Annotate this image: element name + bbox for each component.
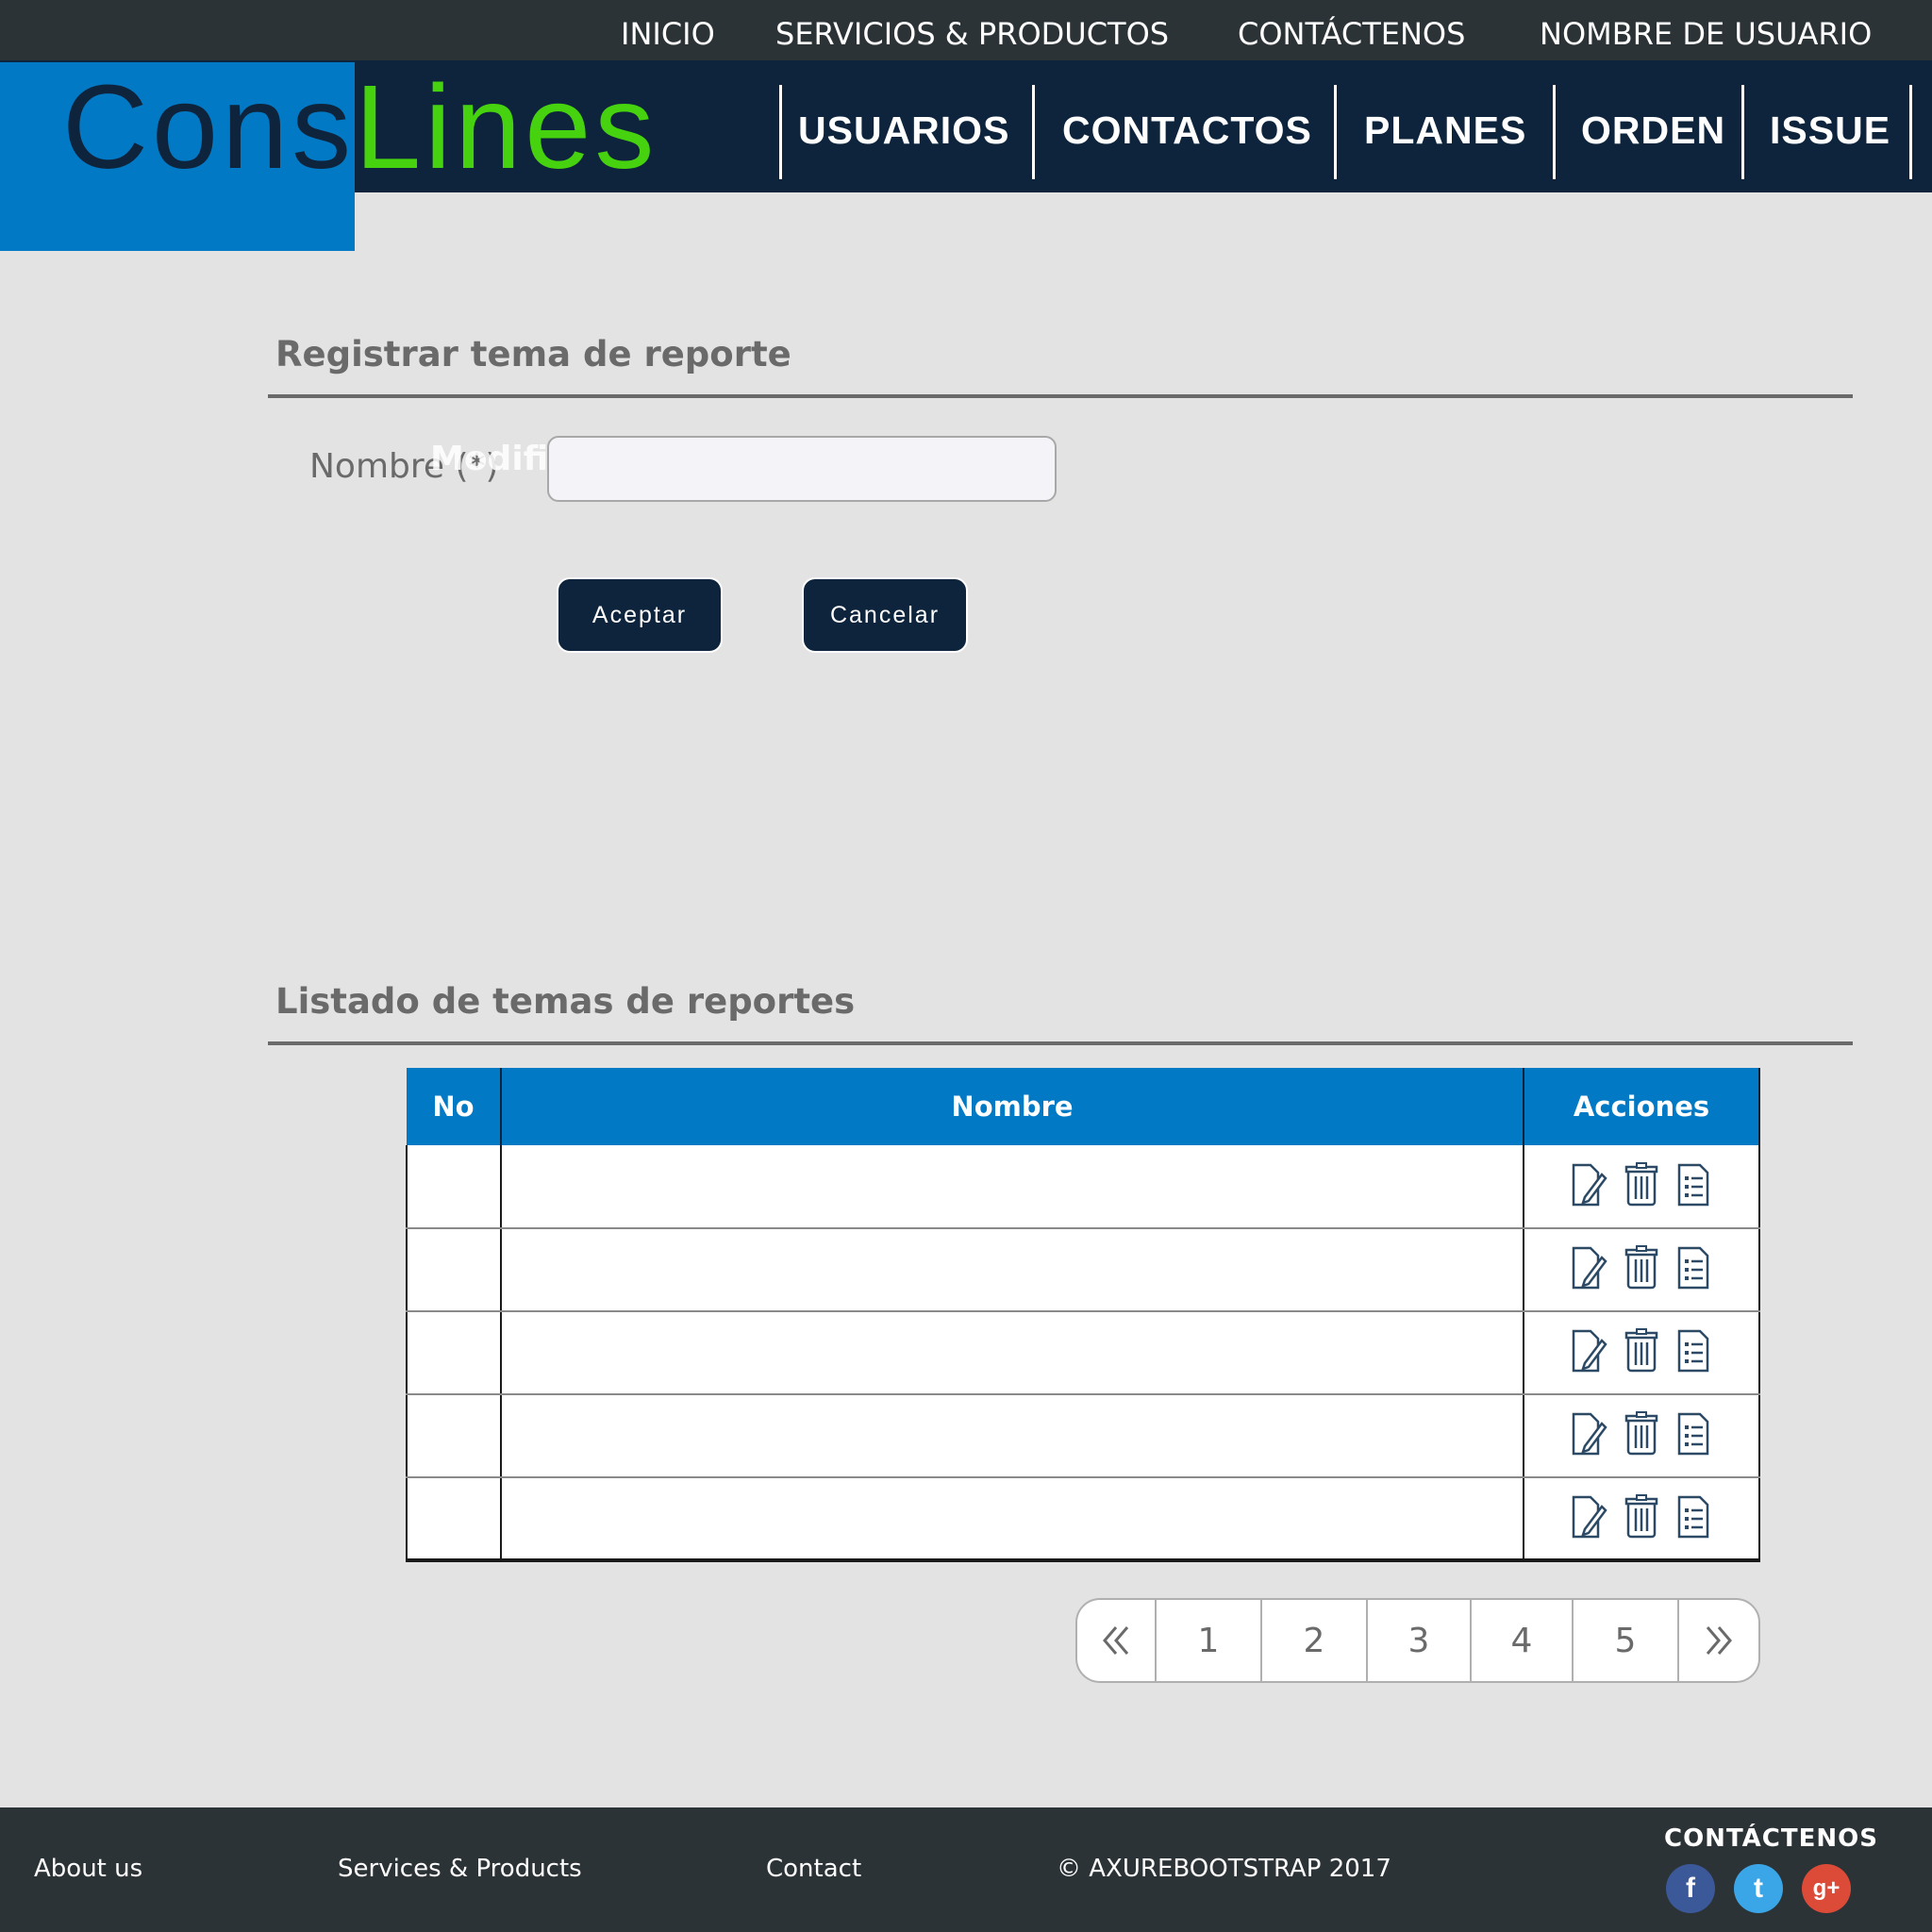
footer-link-about[interactable]: About us (34, 1855, 142, 1883)
column-header-acciones: Acciones (1524, 1068, 1760, 1145)
cell-no (406, 1145, 502, 1229)
trash-icon[interactable] (1623, 1410, 1660, 1457)
logo-part-cons: Cons (62, 60, 356, 193)
page-5-button[interactable]: 5 (1574, 1600, 1679, 1681)
cell-acciones (1523, 1394, 1760, 1478)
column-header-no: No (407, 1068, 502, 1145)
nav-divider (779, 85, 782, 179)
cell-no (406, 1228, 502, 1312)
footer (0, 1807, 1932, 1932)
edit-icon[interactable] (1570, 1493, 1607, 1541)
footer-link-services[interactable]: Services & Products (338, 1855, 582, 1883)
nav-item-orden[interactable]: ORDEN (1581, 85, 1725, 179)
google-plus-icon[interactable]: g+ (1802, 1864, 1851, 1913)
nav-item-contactos[interactable]: CONTACTOS (1062, 85, 1312, 179)
details-icon[interactable] (1675, 1493, 1713, 1541)
accept-button[interactable]: Aceptar (557, 577, 723, 653)
table-row (406, 1477, 1760, 1562)
page-3-button[interactable]: 3 (1368, 1600, 1472, 1681)
double-chevron-left-icon[interactable] (1077, 1600, 1157, 1681)
topbar-link-inicio[interactable]: INICIO (621, 0, 715, 60)
row-actions (1570, 1493, 1713, 1541)
edit-icon[interactable] (1570, 1161, 1607, 1208)
cell-acciones (1523, 1145, 1760, 1229)
report-topics-table: No Nombre Acciones (406, 1068, 1760, 1562)
table-header-row: No Nombre Acciones (407, 1068, 1760, 1145)
topbar-username[interactable]: NOMBRE DE USUARIO (1540, 0, 1872, 60)
top-utility-bar: INICIO SERVICIOS & PRODUCTOS CONTÁCTENOS… (0, 0, 1932, 60)
trash-icon[interactable] (1623, 1161, 1660, 1208)
edit-icon[interactable] (1570, 1327, 1607, 1374)
column-header-nombre: Nombre (501, 1068, 1524, 1145)
cell-nombre (500, 1311, 1524, 1395)
nav-divider (1553, 85, 1556, 179)
nav-divider (1909, 85, 1912, 179)
name-input[interactable] (547, 436, 1057, 502)
trash-icon[interactable] (1623, 1493, 1660, 1541)
list-section-title: Listado de temas de reportes (275, 981, 856, 1022)
edit-icon[interactable] (1570, 1410, 1607, 1457)
row-actions (1570, 1327, 1713, 1374)
cell-no (406, 1394, 502, 1478)
nav-divider (1741, 85, 1744, 179)
register-section-title: Registrar tema de reporte (275, 334, 791, 375)
cell-nombre (500, 1394, 1524, 1478)
nav-divider (1032, 85, 1035, 179)
footer-copyright: © AXUREBOOTSTRAP 2017 (1057, 1855, 1391, 1883)
topbar-link-servicios[interactable]: SERVICIOS & PRODUCTOS (775, 0, 1169, 60)
cell-no (406, 1477, 502, 1562)
topbar-link-contactenos[interactable]: CONTÁCTENOS (1238, 0, 1465, 60)
section-divider (268, 1041, 1853, 1045)
page-1-button[interactable]: 1 (1157, 1600, 1262, 1681)
details-icon[interactable] (1675, 1327, 1713, 1374)
footer-link-contact[interactable]: Contact (766, 1855, 861, 1883)
section-divider (268, 394, 1853, 398)
facebook-icon[interactable]: f (1666, 1864, 1715, 1913)
logo-part-lines: Lines (355, 60, 658, 193)
cell-acciones (1523, 1477, 1760, 1562)
brand-logo[interactable]: ConsLines (62, 66, 658, 189)
table-row (406, 1145, 1760, 1229)
name-field-label: Nombre (*) (309, 447, 499, 486)
row-actions (1570, 1161, 1713, 1208)
cell-nombre (500, 1145, 1524, 1229)
cell-acciones (1523, 1228, 1760, 1312)
double-chevron-right-icon[interactable] (1679, 1600, 1758, 1681)
details-icon[interactable] (1675, 1244, 1713, 1291)
table-row (406, 1311, 1760, 1395)
pagination: 1 2 3 4 5 (1075, 1598, 1760, 1683)
cell-nombre (500, 1228, 1524, 1312)
details-icon[interactable] (1675, 1410, 1713, 1457)
trash-icon[interactable] (1623, 1327, 1660, 1374)
edit-icon[interactable] (1570, 1244, 1607, 1291)
nav-item-issue[interactable]: ISSUE (1770, 85, 1890, 179)
cancel-button[interactable]: Cancelar (802, 577, 968, 653)
cell-acciones (1523, 1311, 1760, 1395)
page-4-button[interactable]: 4 (1472, 1600, 1574, 1681)
cell-nombre (500, 1477, 1524, 1562)
page-2-button[interactable]: 2 (1262, 1600, 1368, 1681)
twitter-icon[interactable]: t (1734, 1864, 1783, 1913)
cell-no (406, 1311, 502, 1395)
row-actions (1570, 1410, 1713, 1457)
trash-icon[interactable] (1623, 1244, 1660, 1291)
footer-contact-title: CONTÁCTENOS (1664, 1824, 1878, 1853)
nav-item-usuarios[interactable]: USUARIOS (798, 85, 1009, 179)
table-row (406, 1228, 1760, 1312)
nav-item-planes[interactable]: PLANES (1364, 85, 1526, 179)
row-actions (1570, 1244, 1713, 1291)
nav-divider (1334, 85, 1337, 179)
details-icon[interactable] (1675, 1161, 1713, 1208)
table-row (406, 1394, 1760, 1478)
